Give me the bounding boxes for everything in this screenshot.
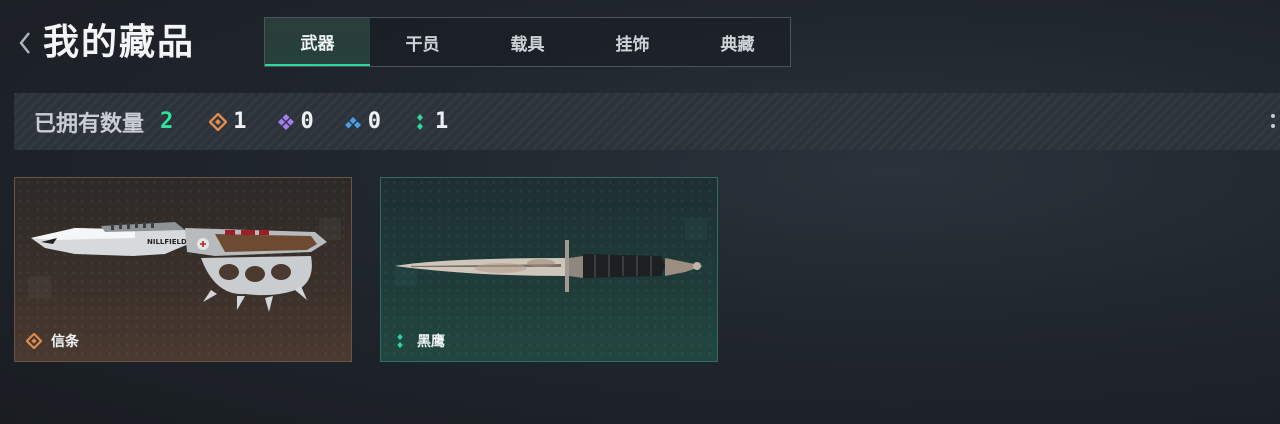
back-button[interactable] [14,28,36,62]
owned-count-total: 2 [160,109,174,134]
owned-count-bar: 已拥有数量 2 1 0 0 1 [14,93,1280,150]
svg-text:NILLFIELD: NILLFIELD [147,238,187,246]
category-tabs: 武器 干员 载具 挂饰 典藏 [264,17,791,67]
orange-diamond-icon [25,332,43,350]
combat-knife-image [395,218,707,292]
tab-operators[interactable]: 干员 [370,18,475,66]
tab-collection[interactable]: 典藏 [685,18,790,66]
owned-count-label: 已拥有数量 [34,111,145,137]
knuckle-knife-image: NILLFIELD [29,218,341,312]
rarity-count-value: 1 [435,109,449,134]
teal-diamond-icon [391,332,409,350]
rarity-count-value: 0 [300,109,314,134]
chevron-left-icon [18,31,32,59]
teal-diamond-icon [411,113,429,131]
header: 我的藏品 武器 干员 载具 挂饰 典藏 [0,0,1280,80]
item-card[interactable]: NILLFIELD 信条 [14,177,352,362]
tab-vehicles[interactable]: 载具 [475,18,580,66]
scroll-indicator-icon [1270,112,1276,130]
rarity-count-blue: 0 [344,109,381,134]
item-card-footer: 信条 [25,331,79,351]
item-card[interactable]: 黑鹰 [380,177,718,362]
page-title: 我的藏品 [43,22,196,63]
blue-diamond-icon [344,113,362,131]
purple-diamond-icon [277,113,295,131]
rarity-count-value: 0 [367,109,382,134]
rarity-count-teal: 1 [411,109,448,134]
item-card-footer: 黑鹰 [391,331,445,351]
orange-diamond-icon [209,112,228,131]
tab-weapons[interactable]: 武器 [265,18,370,66]
rarity-count-orange: 1 [209,109,247,134]
tab-charms[interactable]: 挂饰 [580,18,685,66]
item-name: 信条 [51,334,79,350]
rarity-count-value: 1 [233,109,247,134]
item-name: 黑鹰 [417,334,445,350]
rarity-count-purple: 0 [277,109,314,134]
